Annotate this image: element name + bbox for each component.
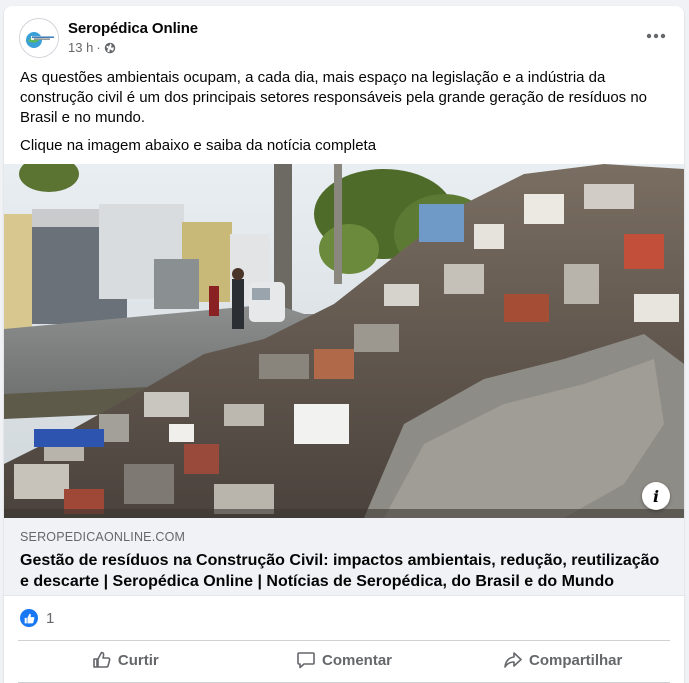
info-button[interactable]: i [642,482,670,510]
comment-label: Comentar [322,651,393,669]
post-meta: 13 h · [68,40,116,55]
globe-icon[interactable] [104,42,116,54]
post-timestamp[interactable]: 13 h [68,40,93,55]
share-button[interactable]: Compartilhar [453,644,672,676]
post-header: Seropédica Online 13 h · [4,6,684,66]
more-options-button[interactable] [642,22,670,50]
share-icon [504,652,522,668]
reactions-summary[interactable]: 1 [20,608,54,628]
divider [18,640,670,641]
comment-button[interactable]: Comentar [235,644,454,676]
reaction-count: 1 [46,609,55,627]
link-preview-box[interactable]: SEROPEDICAONLINE.COM Gestão de resíduos … [4,518,684,596]
construction-debris-photo [4,164,684,518]
link-domain: SEROPEDICAONLINE.COM [20,530,186,544]
link-title[interactable]: Gestão de resíduos na Construção Civil: … [20,550,670,592]
post-caption: As questões ambientais ocupam, a cada di… [20,68,670,156]
meta-separator: · [96,40,101,55]
avatar-logo-icon [20,19,58,57]
comment-icon [297,652,315,669]
post-card: Seropédica Online 13 h · As questões amb… [4,6,684,683]
like-button[interactable]: Curtir [16,644,235,676]
share-label: Compartilhar [529,651,623,669]
caption-paragraph: Clique na imagem abaixo e saiba da notíc… [20,137,377,154]
caption-paragraph: As questões ambientais ocupam, a cada di… [20,69,648,126]
page-avatar[interactable] [19,18,59,58]
thumbs-up-icon [24,613,34,623]
like-label: Curtir [117,651,159,669]
link-preview-image[interactable]: i [4,164,684,518]
post-actions: Curtir Comentar Compartilhar [16,644,672,676]
like-reaction-icon [20,609,38,627]
page-name-link[interactable]: Seropédica Online [68,20,198,37]
more-horizontal-icon [646,33,666,39]
thumbs-up-outline-icon [93,651,111,668]
